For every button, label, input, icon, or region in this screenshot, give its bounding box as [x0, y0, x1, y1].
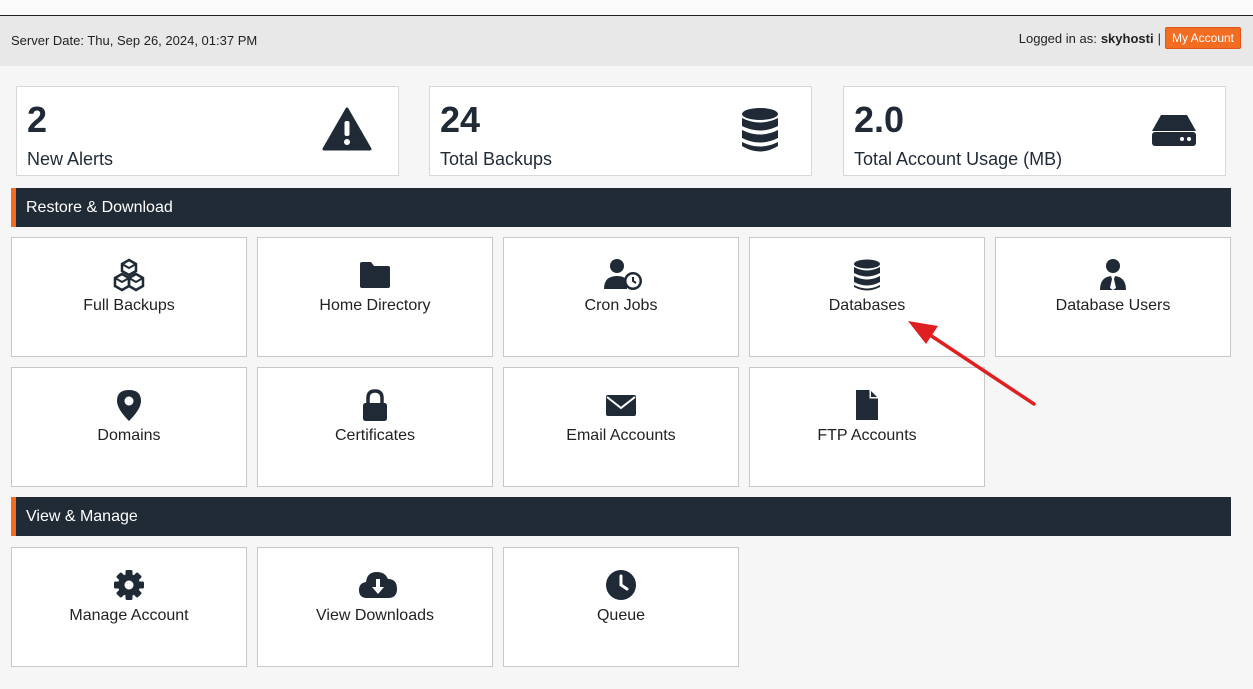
tile-view-downloads[interactable]: View Downloads — [257, 547, 493, 667]
map-pin-icon — [112, 388, 146, 422]
tile-label: View Downloads — [316, 607, 434, 624]
tile-databases[interactable]: Databases — [749, 237, 985, 357]
username: skyhosti — [1100, 30, 1154, 46]
tile-label: Databases — [828, 297, 906, 314]
my-account-button[interactable]: My Account — [1164, 27, 1241, 49]
user-tie-icon — [1096, 258, 1130, 292]
cubes-icon — [112, 258, 146, 292]
stat-card-backups: 24 Total Backups — [429, 86, 812, 176]
file-icon — [850, 388, 884, 422]
clock-icon — [604, 568, 638, 602]
stat-value: 2.0 — [854, 99, 905, 140]
tile-label: Database Users — [1055, 297, 1171, 314]
user-clock-icon — [604, 258, 642, 292]
stat-card-alerts: 2 New Alerts — [16, 86, 399, 176]
separator: | — [1157, 30, 1161, 46]
database-icon — [735, 105, 785, 155]
lock-icon — [358, 388, 392, 422]
stat-label: Total Account Usage (MB) — [854, 149, 1063, 169]
tile-full-backups[interactable]: Full Backups — [11, 237, 247, 357]
tile-label: Full Backups — [83, 297, 175, 314]
gear-icon — [112, 568, 146, 602]
hard-drive-icon — [1149, 105, 1199, 155]
tile-manage-account[interactable]: Manage Account — [11, 547, 247, 667]
tile-home-directory[interactable]: Home Directory — [257, 237, 493, 357]
tile-label: Cron Jobs — [584, 297, 658, 314]
tile-email-accounts[interactable]: Email Accounts — [503, 367, 739, 487]
tile-label: Certificates — [334, 427, 416, 444]
login-info: Logged in as: skyhosti | My Account — [1019, 27, 1241, 49]
stat-label: Total Backups — [440, 149, 553, 169]
stat-value: 2 — [27, 99, 48, 140]
tile-certificates[interactable]: Certificates — [257, 367, 493, 487]
tile-label: Email Accounts — [566, 427, 676, 444]
tile-label: Home Directory — [319, 297, 431, 314]
folder-icon — [358, 258, 392, 292]
tile-cron-jobs[interactable]: Cron Jobs — [503, 237, 739, 357]
envelope-icon — [604, 388, 638, 422]
stat-value: 24 — [440, 99, 481, 140]
tile-label: Manage Account — [69, 607, 189, 624]
warning-icon — [322, 105, 372, 155]
top-bar — [0, 0, 1253, 16]
header-bar: Server Date: Thu, Sep 26, 2024, 01:37 PM… — [0, 16, 1253, 66]
tile-database-users[interactable]: Database Users — [995, 237, 1231, 357]
stat-card-usage: 2.0 Total Account Usage (MB) — [843, 86, 1226, 176]
server-date: Server Date: Thu, Sep 26, 2024, 01:37 PM — [11, 33, 258, 48]
section-view-manage: View & Manage — [11, 497, 1231, 536]
tile-label: Domains — [97, 427, 161, 444]
tile-queue[interactable]: Queue — [503, 547, 739, 667]
stat-label: New Alerts — [27, 149, 114, 169]
cloud-download-icon — [358, 568, 397, 602]
tile-label: FTP Accounts — [817, 427, 917, 444]
database-icon — [850, 258, 884, 292]
tile-domains[interactable]: Domains — [11, 367, 247, 487]
logged-in-label: Logged in as: — [1018, 30, 1097, 46]
tile-ftp-accounts[interactable]: FTP Accounts — [749, 367, 985, 487]
tile-label: Queue — [596, 607, 646, 624]
section-restore-download: Restore & Download — [11, 188, 1231, 227]
